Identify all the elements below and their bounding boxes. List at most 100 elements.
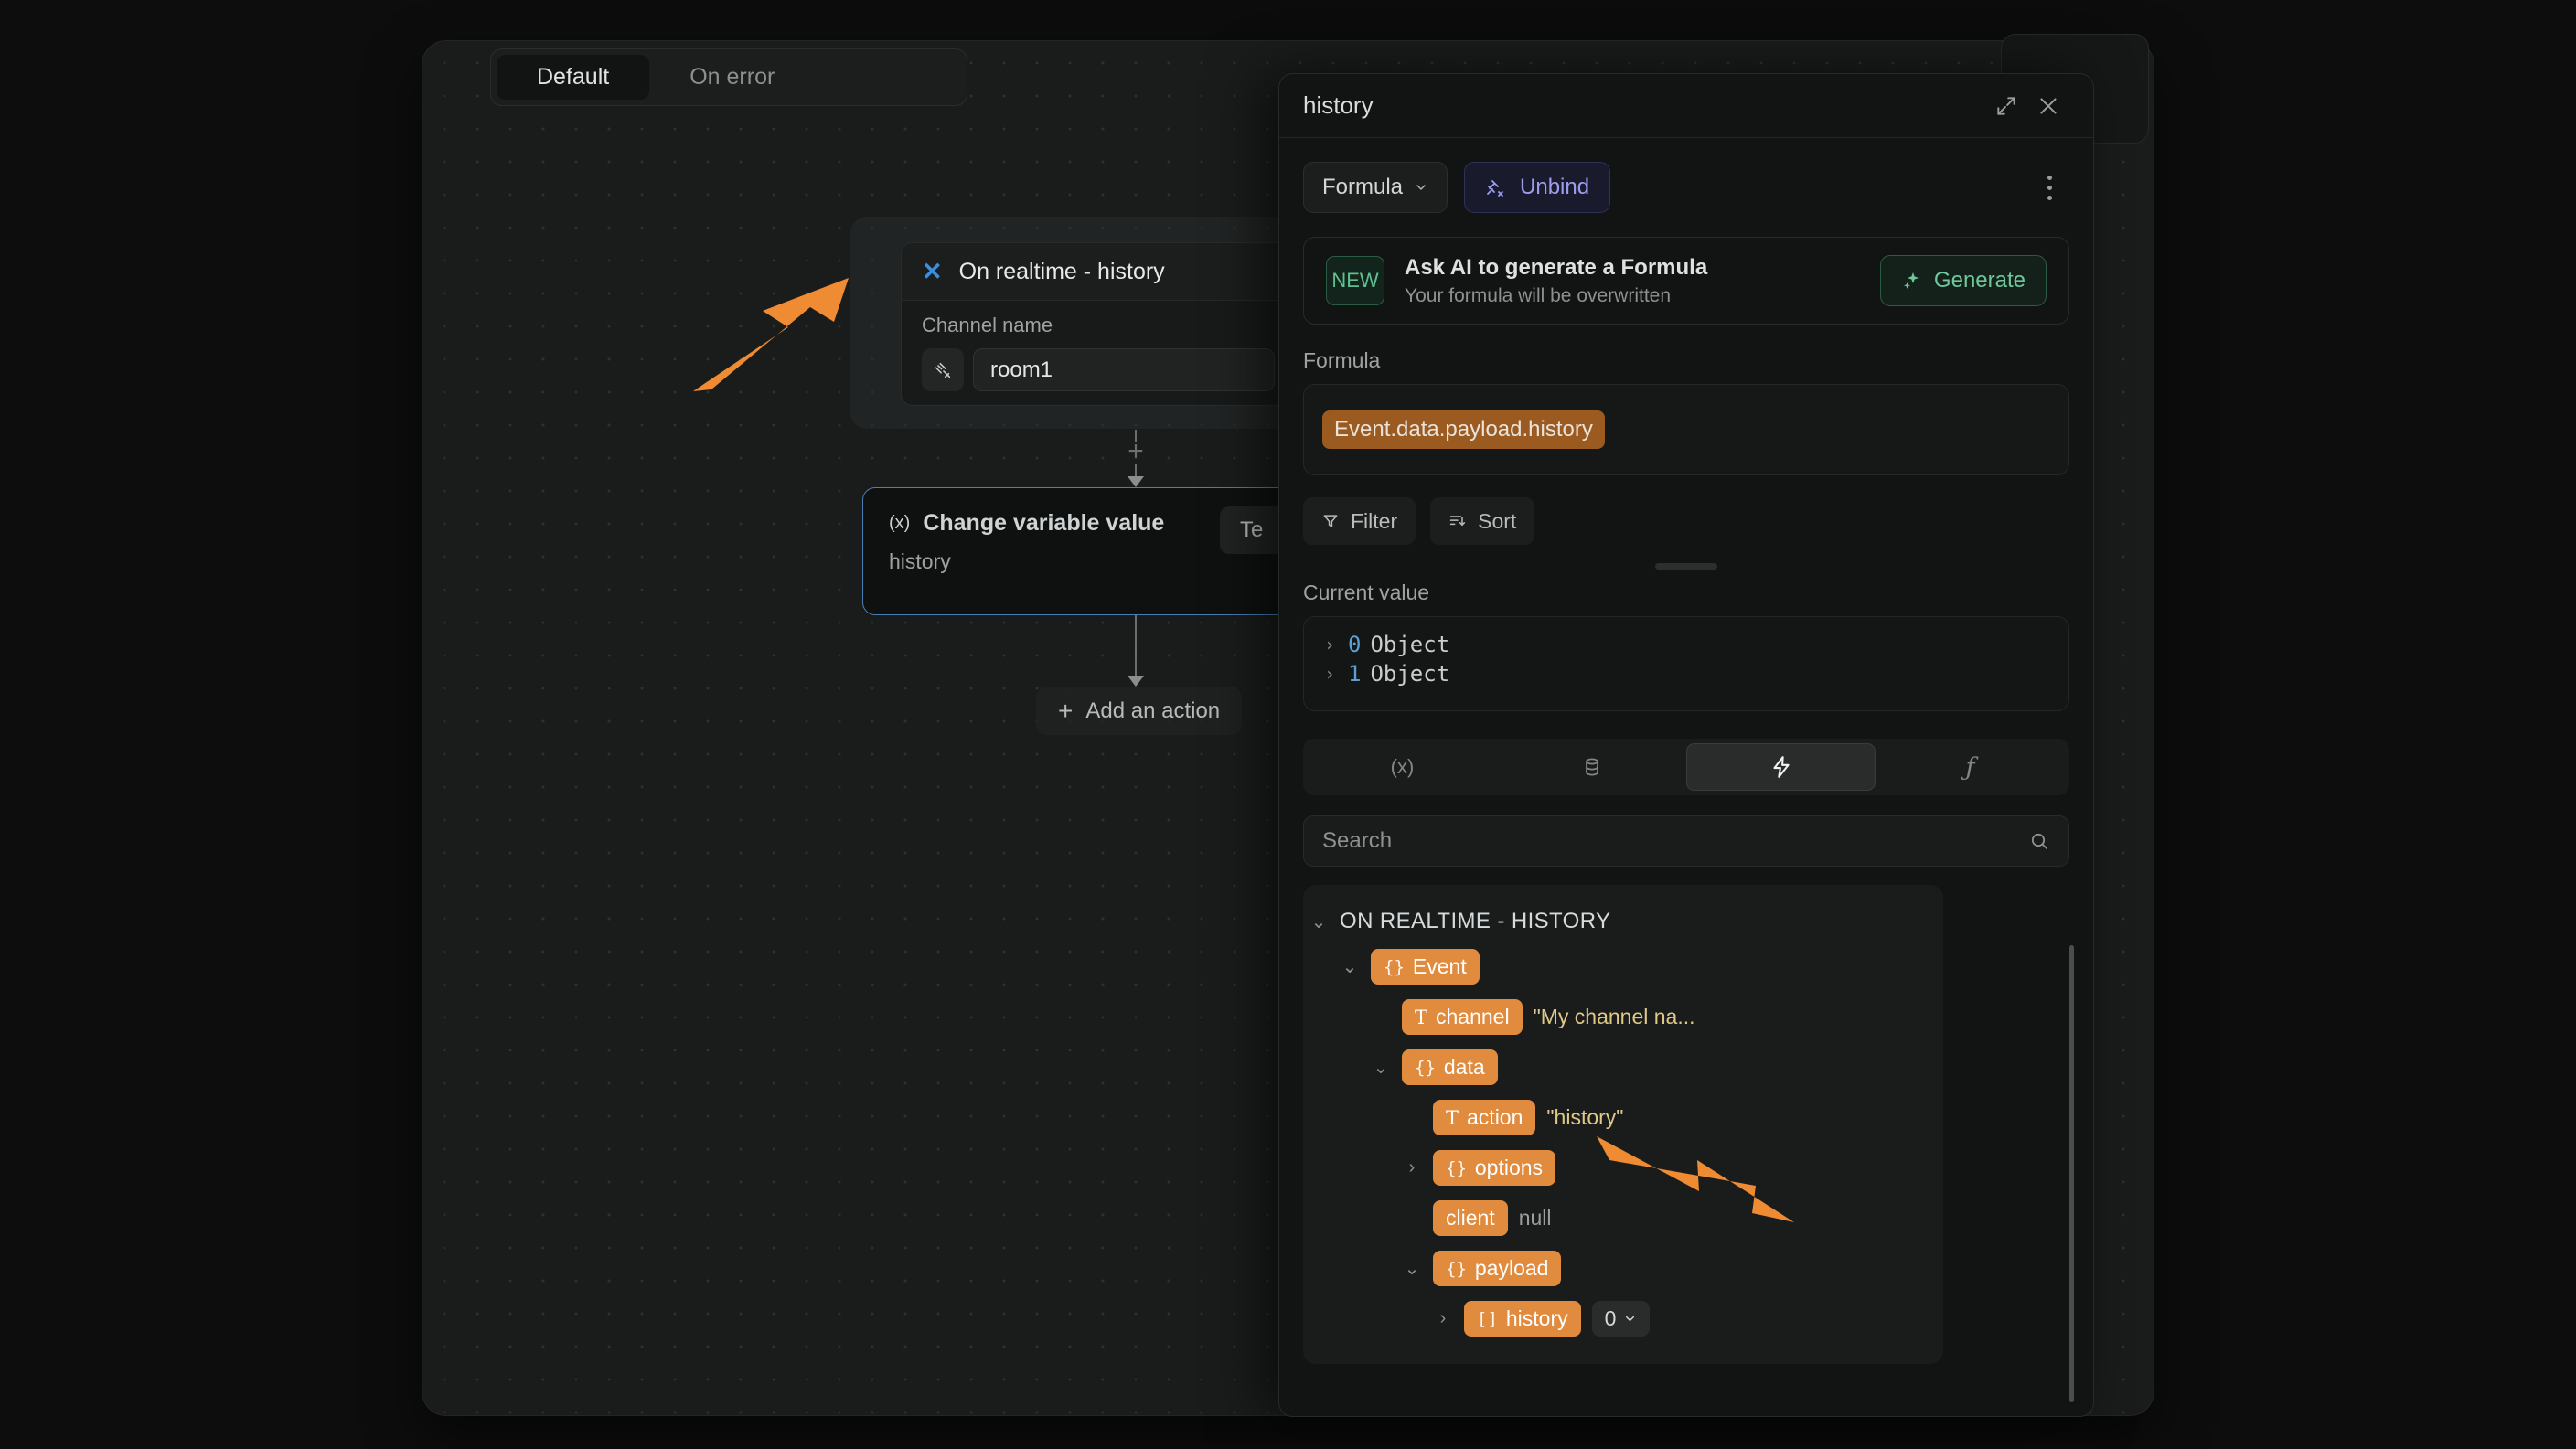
tree-chip-action[interactable]: T action	[1433, 1100, 1535, 1135]
tree-item-label: channel	[1436, 1005, 1510, 1029]
current-value-row[interactable]: › 1 Object	[1304, 659, 2068, 688]
tree-chip-client[interactable]: client	[1433, 1200, 1508, 1236]
generate-button[interactable]: Generate	[1880, 255, 2047, 306]
tree-chip-event[interactable]: {} Event	[1371, 949, 1480, 985]
formula-modifier-row: Filter Sort	[1303, 497, 2069, 545]
close-icon[interactable]	[2027, 85, 2069, 127]
workflow-tab-switcher[interactable]: Default On error	[490, 48, 967, 106]
search-input[interactable]: Search	[1303, 815, 2069, 867]
tab-database[interactable]	[1497, 743, 1686, 791]
channel-name-label: Channel name	[922, 314, 1275, 337]
current-value-type: Object	[1370, 661, 1449, 687]
chevron-down-icon[interactable]: ⌄	[1340, 955, 1360, 978]
lightning-bolt-icon	[1769, 755, 1793, 779]
tree-item-label: data	[1444, 1055, 1485, 1080]
binding-panel-header: history	[1279, 74, 2093, 138]
formula-editor[interactable]: Event.data.payload.history	[1303, 384, 2069, 475]
change-variable-node-title: Change variable value	[923, 510, 1164, 537]
tree-item-event[interactable]: ⌄ {} Event	[1303, 942, 1943, 992]
tree-item-channel[interactable]: T channel "My channel na...	[1303, 992, 1943, 1042]
tree-item-history[interactable]: › [] history 0	[1303, 1294, 1943, 1344]
current-value-box[interactable]: › 0 Object › 1 Object	[1303, 616, 2069, 711]
tree-item-label: payload	[1475, 1256, 1549, 1281]
tree-chip-options[interactable]: {} options	[1433, 1150, 1555, 1186]
tab-variables[interactable]: (x)	[1308, 743, 1497, 791]
chevron-right-icon[interactable]: ›	[1433, 1308, 1453, 1329]
sort-descending-icon	[1448, 512, 1467, 530]
tree-chip-payload[interactable]: {} payload	[1433, 1251, 1561, 1286]
tab-events[interactable]	[1686, 743, 1876, 791]
edge-arrowhead	[1128, 476, 1144, 487]
add-an-action-label: Add an action	[1085, 698, 1220, 724]
chevron-down-icon[interactable]: ⌄	[1371, 1056, 1391, 1079]
tree-root-node[interactable]: ⌄ ON REALTIME - HISTORY	[1303, 901, 1943, 942]
trigger-node-body: Channel name room1	[902, 301, 1295, 391]
sort-button[interactable]: Sort	[1430, 497, 1534, 545]
add-an-action-button[interactable]: + Add an action	[1036, 687, 1242, 735]
chevron-right-icon[interactable]: ›	[1324, 663, 1339, 685]
source-type-tabs[interactable]: (x) ƒ	[1303, 739, 2069, 795]
channel-name-input[interactable]: room1	[973, 348, 1275, 391]
tree-item-client[interactable]: client null	[1303, 1193, 1943, 1243]
tab-default[interactable]: Default	[497, 55, 649, 100]
binding-toolbar: Formula Unbind	[1303, 162, 2069, 213]
chevron-down-icon	[1623, 1312, 1637, 1326]
object-brace-icon: {}	[1415, 1058, 1436, 1078]
current-value-type: Object	[1370, 632, 1449, 657]
variable-parenthesis-icon: (x)	[1391, 755, 1415, 779]
current-value-index: 1	[1348, 661, 1361, 687]
trigger-node-header: ✕ On realtime - history	[902, 243, 1295, 301]
binding-mode-select[interactable]: Formula	[1303, 162, 1448, 213]
trigger-node-title: On realtime - history	[959, 259, 1165, 285]
ai-formula-banner: NEW Ask AI to generate a Formula Your fo…	[1303, 237, 2069, 325]
filter-icon	[1321, 512, 1340, 530]
current-value-row[interactable]: › 0 Object	[1304, 630, 2068, 659]
tree-item-payload[interactable]: ⌄ {} payload	[1303, 1243, 1943, 1294]
unbind-button[interactable]: Unbind	[1464, 162, 1610, 213]
binding-panel[interactable]: history Formula	[1278, 73, 2094, 1417]
tree-item-options[interactable]: › {} options	[1303, 1143, 1943, 1193]
plus-icon: +	[1058, 698, 1073, 724]
trigger-node[interactable]: ✕ On realtime - history Channel name roo…	[901, 242, 1296, 406]
unbind-label: Unbind	[1520, 175, 1589, 200]
tree-chip-data[interactable]: {} data	[1402, 1049, 1498, 1085]
chevron-down-icon	[1414, 180, 1428, 195]
tree-item-value: null	[1519, 1206, 1552, 1231]
channel-name-row: room1	[922, 348, 1275, 391]
chevron-right-icon[interactable]: ›	[1324, 634, 1339, 655]
tree-item-action[interactable]: T action "history"	[1303, 1092, 1943, 1143]
expand-diagonal-icon[interactable]	[1985, 85, 2027, 127]
filter-button[interactable]: Filter	[1303, 497, 1416, 545]
plug-disconnect-icon[interactable]	[922, 348, 964, 391]
change-variable-node[interactable]: (x) Change variable value history Te	[862, 487, 1301, 615]
tree-chip-channel[interactable]: T channel	[1402, 999, 1523, 1035]
ai-banner-subtitle: Your formula will be overwritten	[1405, 285, 1860, 307]
current-value-index: 0	[1348, 632, 1361, 657]
data-source-tree[interactable]: ⌄ ON REALTIME - HISTORY ⌄ {} Event T cha…	[1303, 885, 1943, 1364]
tab-on-error[interactable]: On error	[649, 55, 815, 100]
chevron-down-icon[interactable]: ⌄	[1309, 911, 1329, 933]
chevron-right-icon[interactable]: ›	[1402, 1157, 1422, 1178]
tree-item-data[interactable]: ⌄ {} data	[1303, 1042, 1943, 1092]
add-step-plus-button[interactable]: +	[1123, 439, 1149, 464]
function-icon: ƒ	[1966, 753, 1975, 782]
tree-item-label: client	[1446, 1206, 1495, 1231]
panel-resize-handle[interactable]	[1655, 563, 1717, 570]
more-vertical-icon[interactable]	[2029, 167, 2069, 208]
panel-scrollbar-thumb[interactable]	[2069, 945, 2074, 1402]
variable-parenthesis-icon: (x)	[889, 513, 910, 534]
array-bracket-icon: []	[1477, 1309, 1498, 1329]
object-brace-icon: {}	[1446, 1158, 1467, 1178]
unbind-plug-icon	[1485, 176, 1507, 198]
binding-panel-body: Formula Unbind NEW Ask	[1279, 162, 2093, 1364]
tree-chip-history[interactable]: [] history	[1464, 1301, 1581, 1337]
tab-functions[interactable]: ƒ	[1876, 743, 2065, 791]
array-index-selector[interactable]: 0	[1592, 1301, 1651, 1337]
binding-panel-title: history	[1303, 91, 1985, 120]
sort-label: Sort	[1478, 509, 1516, 534]
chevron-down-icon[interactable]: ⌄	[1402, 1257, 1422, 1280]
search-icon	[2028, 830, 2050, 852]
object-brace-icon: {}	[1446, 1259, 1467, 1279]
formula-token[interactable]: Event.data.payload.history	[1322, 410, 1605, 449]
tree-item-label: history	[1506, 1306, 1568, 1331]
